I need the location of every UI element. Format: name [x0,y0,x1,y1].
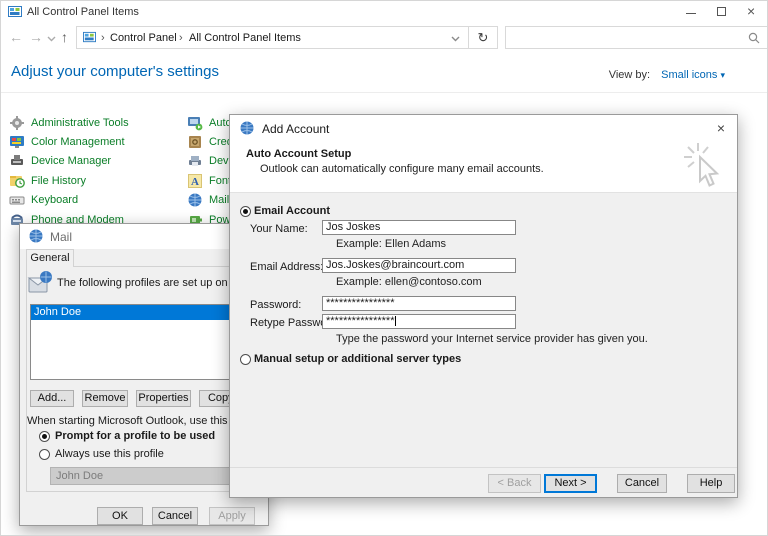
back-button[interactable]: ← [9,29,23,45]
breadcrumb-separator: › [101,32,105,44]
apply-button[interactable]: Apply [209,507,255,525]
radio-manual-setup[interactable] [240,354,251,365]
radio-prompt-for-profile[interactable] [39,431,50,442]
dialog-close-icon: × [716,120,726,136]
view-by-label: View by: [608,69,651,81]
auto-account-setup-heading: Auto Account Setup [246,148,352,160]
control-panel-icon [8,6,22,17]
back-button[interactable]: < Back [488,474,541,493]
next-button[interactable]: Next > [544,474,597,493]
device-manager-icon [11,155,23,166]
control-panel-window: All Control Panel Items × ← → ↑ › Contro… [0,0,768,536]
autoplay-icon [188,116,203,131]
color-management-icon [10,136,24,149]
mail-globe-icon [188,193,202,207]
up-button[interactable]: ↑ [61,29,68,45]
forward-button[interactable]: → [29,29,43,45]
footer-separator [230,467,737,468]
password-label: Password: [250,299,302,311]
maximize-button[interactable] [707,1,738,23]
address-dropdown-chevron-icon[interactable] [451,36,460,42]
search-icon [748,32,760,44]
minimize-icon [686,13,696,14]
email-address-field[interactable]: Jos.Joskes@braincourt.com [322,258,516,273]
maximize-icon [717,7,726,16]
password-field[interactable]: **************** [322,296,516,311]
keyboard-icon [9,196,25,205]
properties-button[interactable]: Properties [136,390,191,407]
breadcrumb-all-items[interactable]: All Control Panel Items [189,32,301,44]
dialog-close-button[interactable]: × [705,115,737,141]
heading-separator [1,92,767,93]
search-input[interactable] [505,26,767,49]
view-by-control: View by: Small icons ▾ [609,69,725,81]
items-column-1: Administrative Tools Color Management De… [9,113,129,229]
minimize-button[interactable] [676,1,707,23]
svg-text:A: A [191,176,199,188]
auto-account-setup-subtitle: Outlook can automatically configure many… [260,163,544,175]
page-title: Adjust your computer's settings [11,63,219,80]
file-history-icon [10,175,25,188]
item-keyboard[interactable]: Keyboard [9,191,129,210]
your-name-hint: Example: Ellen Adams [336,238,447,250]
radio-email-account[interactable] [240,206,251,217]
add-account-titlebar: Add Account × [230,115,737,141]
tab-general[interactable]: General [26,249,74,267]
view-by-dropdown-icon[interactable]: ▾ [720,70,725,80]
radio-always-label[interactable]: Always use this profile [55,448,164,460]
retype-password-field[interactable]: **************** [322,314,516,329]
window-title: All Control Panel Items [27,6,139,18]
credential-manager-icon [189,136,201,149]
add-account-dialog: Add Account × Auto Account Setup Outlook… [229,114,738,498]
radio-prompt-label[interactable]: Prompt for a profile to be used [55,430,215,442]
text-caret [394,316,396,327]
radio-always-use-profile[interactable] [39,449,50,460]
mail-dialog-icon [29,229,43,243]
help-button[interactable]: Help [687,474,735,493]
navigation-toolbar: ← → ↑ › Control Panel › All Control Pane… [1,23,767,55]
fonts-icon: A [188,173,202,188]
item-file-history[interactable]: File History [9,171,129,190]
add-account-body: Email Account Your Name: Jos Joskes Exam… [230,192,737,497]
close-icon: × [747,3,756,19]
breadcrumb-separator: › [179,32,183,44]
cancel-button[interactable]: Cancel [152,507,198,525]
add-account-title: Add Account [262,122,330,136]
item-color-management[interactable]: Color Management [9,132,129,151]
mail-dialog-title: Mail [50,230,73,244]
profile-list[interactable]: John Doe [30,304,261,380]
recent-pages-chevron-icon[interactable] [47,36,56,42]
refresh-icon: ↻ [477,30,489,45]
view-by-value[interactable]: Small icons [661,69,717,81]
email-address-label: Email Address: [250,261,324,273]
item-device-manager[interactable]: Device Manager [9,152,129,171]
add-account-dialog-icon [240,121,254,135]
profile-list-item-selected[interactable]: John Doe [31,305,260,320]
radio-email-account-label[interactable]: Email Account [254,205,330,217]
remove-profile-button[interactable]: Remove [82,390,128,407]
your-name-field[interactable]: Jos Joskes [322,220,516,235]
refresh-button[interactable]: ↻ [468,26,498,49]
radio-manual-setup-label[interactable]: Manual setup or additional server types [254,353,461,365]
address-bar[interactable]: › Control Panel › All Control Panel Item… [76,26,469,49]
window-titlebar: All Control Panel Items × [1,1,767,23]
breadcrumb-control-panel[interactable]: Control Panel [110,32,177,44]
password-note: Type the password your Internet service … [336,333,648,345]
devices-and-printers-icon [189,156,201,167]
item-administrative-tools[interactable]: Administrative Tools [9,113,129,132]
cursor-sparkle-graphic [684,143,720,187]
close-button[interactable]: × [738,1,767,23]
your-name-label: Your Name: [250,223,308,235]
cancel-button-wizard[interactable]: Cancel [617,474,667,493]
mail-profiles-icon [27,271,52,293]
address-control-panel-icon [83,31,96,43]
administrative-tools-icon [10,115,24,130]
email-address-hint: Example: ellen@contoso.com [336,276,482,288]
ok-button[interactable]: OK [97,507,143,525]
add-profile-button[interactable]: Add... [30,390,74,407]
